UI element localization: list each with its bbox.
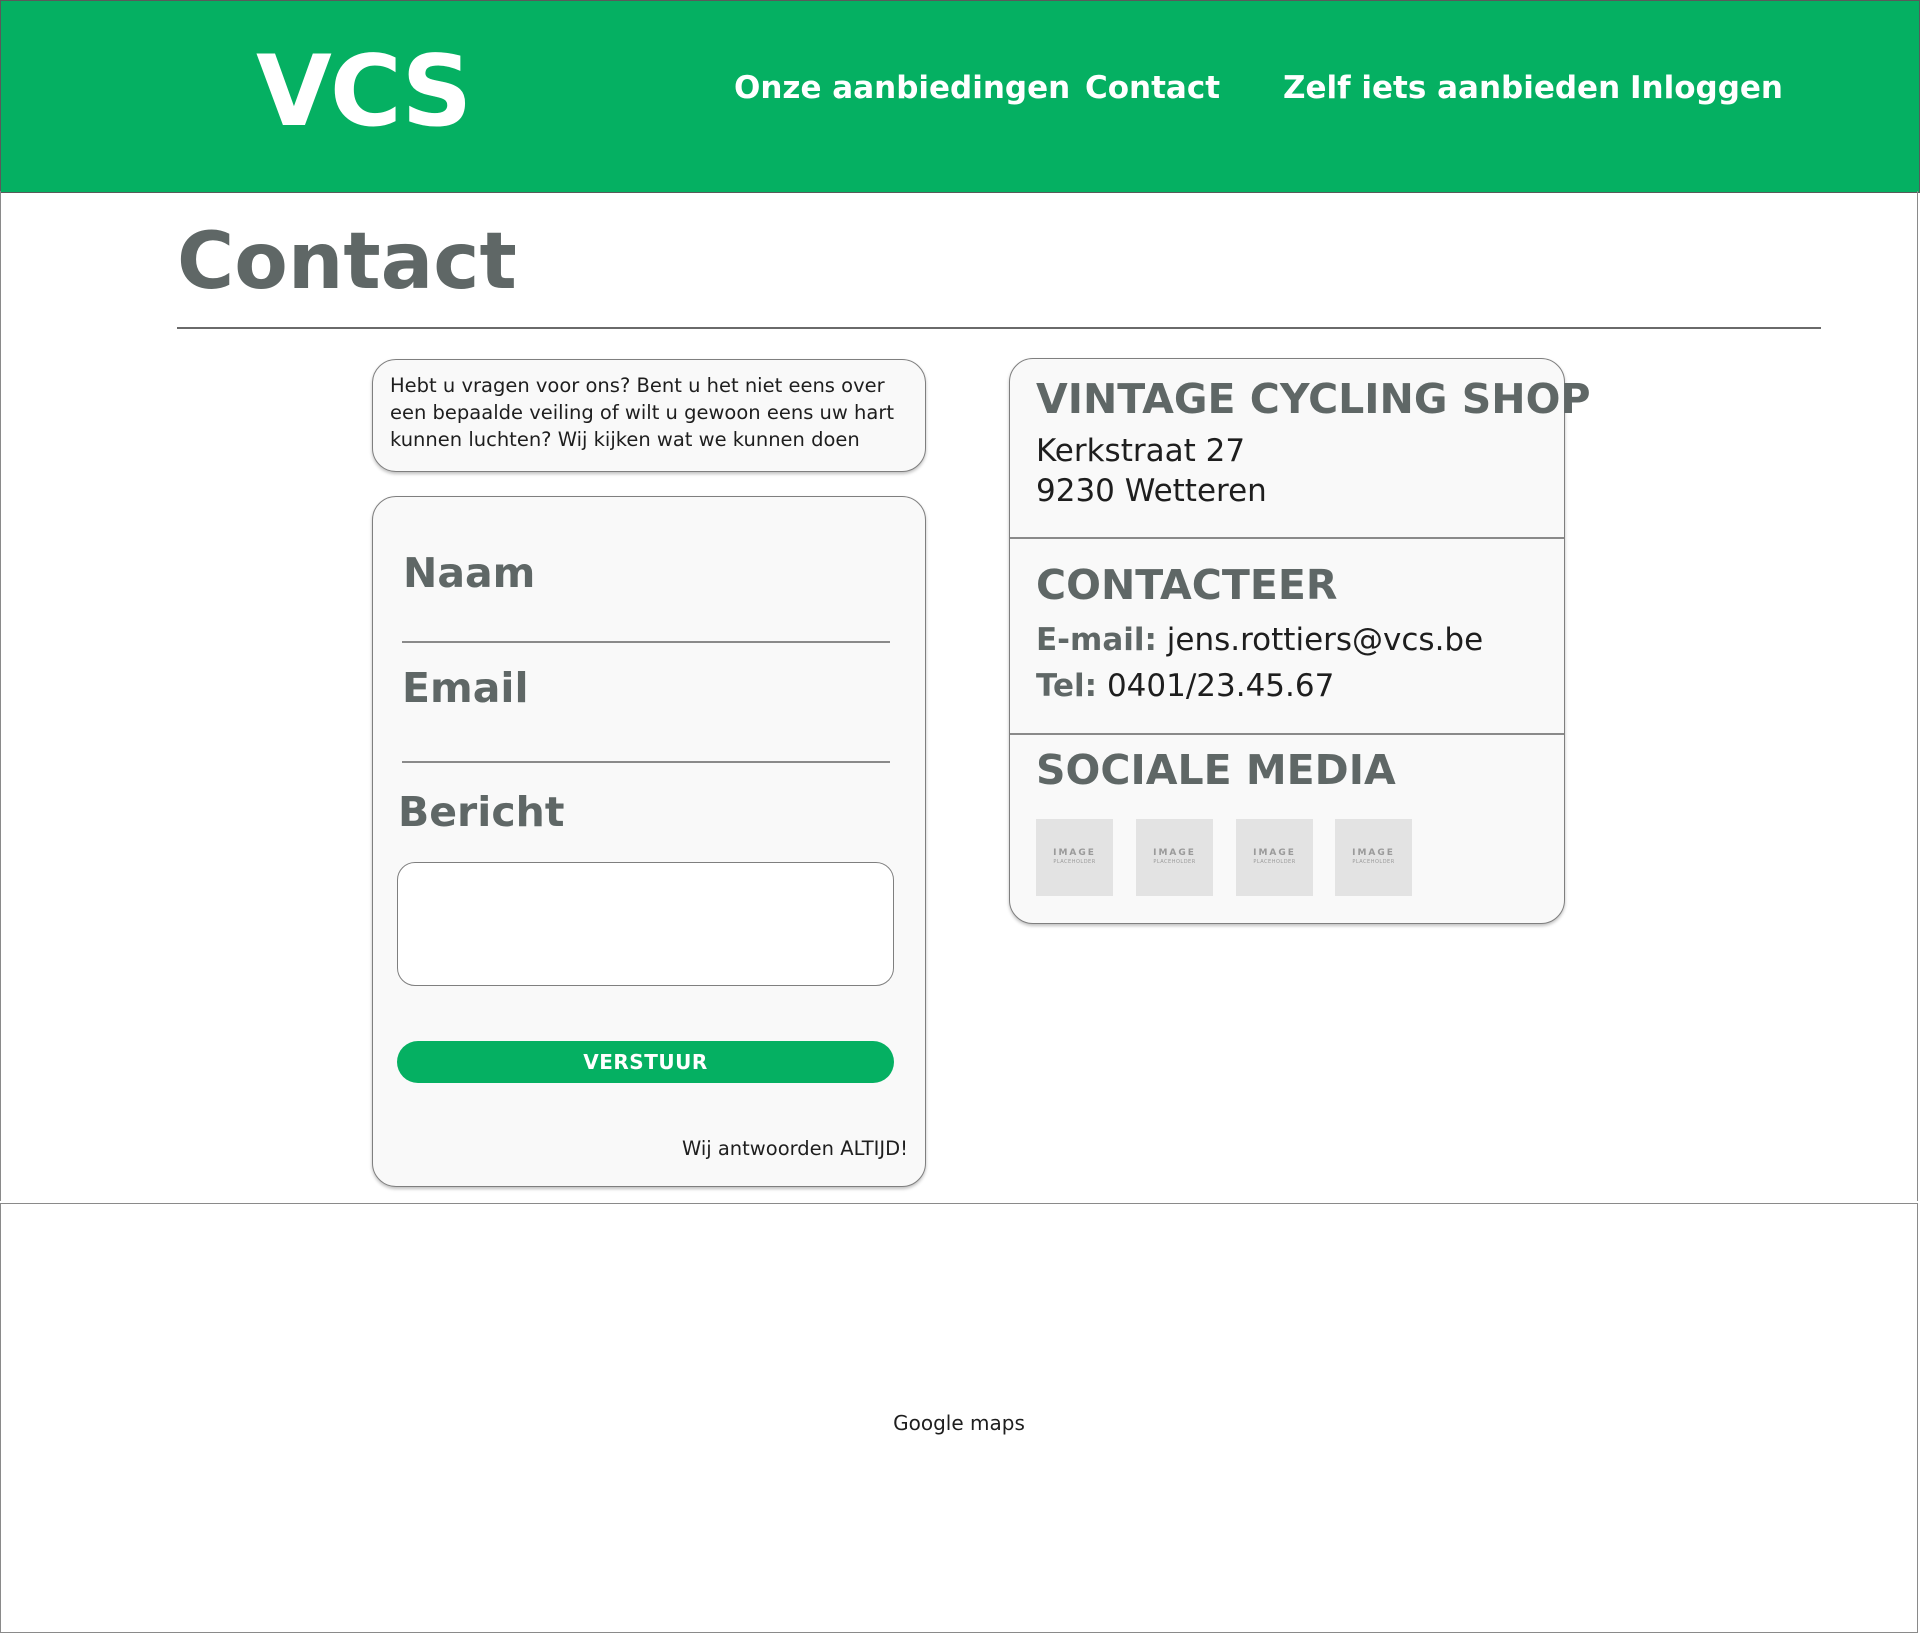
intro-card: Hebt u vragen voor ons? Bent u het niet …: [372, 359, 926, 472]
map-embed[interactable]: Google maps: [0, 1203, 1918, 1633]
address-city: 9230 Wetteren: [1036, 473, 1267, 509]
social-media-icon[interactable]: IMAGE PLACEHOLDER: [1036, 819, 1113, 896]
send-button[interactable]: VERSTUUR: [397, 1041, 894, 1083]
site-header: VCS Onze aanbiedingen Contact Zelf iets …: [0, 0, 1920, 193]
email-line: E-mail: jens.rottiers@vcs.be: [1036, 625, 1483, 656]
page-frame: [0, 191, 1918, 1201]
answer-note: Wij antwoorden ALTIJD!: [681, 1137, 908, 1160]
page-title: Contact: [177, 217, 517, 307]
contact-form: Naam Email Bericht VERSTUUR Wij antwoord…: [372, 496, 926, 1187]
placeholder-subcaption: PLACEHOLDER: [1253, 859, 1296, 865]
social-media-heading: SOCIALE MEDIA: [1036, 746, 1396, 794]
email-field-label: Email: [402, 664, 529, 712]
placeholder-caption: IMAGE: [1352, 848, 1395, 858]
phone-number: 0401/23.45.67: [1106, 668, 1335, 704]
placeholder-caption: IMAGE: [1253, 848, 1296, 858]
info-divider: [1010, 537, 1564, 539]
shop-name-heading: VINTAGE CYCLING SHOP: [1036, 375, 1591, 423]
social-media-icon[interactable]: IMAGE PLACEHOLDER: [1136, 819, 1213, 896]
message-field-label: Bericht: [398, 788, 565, 836]
nav-item-onze-aanbiedingen[interactable]: Onze aanbiedingen: [734, 73, 1070, 104]
email-link[interactable]: jens.rottiers@vcs.be: [1167, 622, 1483, 658]
contact-heading: CONTACTEER: [1036, 561, 1338, 609]
site-logo[interactable]: VCS: [256, 38, 472, 147]
name-field-label: Naam: [403, 549, 536, 597]
phone-line: Tel: 0401/23.45.67: [1036, 671, 1334, 702]
nav-item-contact[interactable]: Contact: [1085, 73, 1220, 104]
social-media-icon[interactable]: IMAGE PLACEHOLDER: [1335, 819, 1412, 896]
phone-key: Tel:: [1036, 668, 1098, 704]
social-media-icon[interactable]: IMAGE PLACEHOLDER: [1236, 819, 1313, 896]
nav-item-zelf-iets-aanbieden[interactable]: Zelf iets aanbieden: [1283, 73, 1620, 104]
placeholder-subcaption: PLACEHOLDER: [1153, 859, 1196, 865]
map-label: Google maps: [893, 1411, 1025, 1435]
email-field[interactable]: [402, 761, 890, 763]
placeholder-caption: IMAGE: [1053, 848, 1096, 858]
intro-text: Hebt u vragen voor ons? Bent u het niet …: [390, 374, 895, 451]
message-textarea[interactable]: [397, 862, 894, 986]
placeholder-subcaption: PLACEHOLDER: [1053, 859, 1096, 865]
title-divider: [177, 327, 1821, 329]
nav-item-inloggen[interactable]: Inloggen: [1630, 73, 1783, 104]
address-street: Kerkstraat 27: [1036, 433, 1246, 469]
name-field[interactable]: [402, 641, 890, 643]
placeholder-caption: IMAGE: [1153, 848, 1196, 858]
placeholder-subcaption: PLACEHOLDER: [1352, 859, 1395, 865]
shop-info-card: VINTAGE CYCLING SHOP Kerkstraat 27 9230 …: [1009, 358, 1591, 924]
info-divider: [1010, 733, 1564, 735]
email-key: E-mail:: [1036, 622, 1157, 658]
